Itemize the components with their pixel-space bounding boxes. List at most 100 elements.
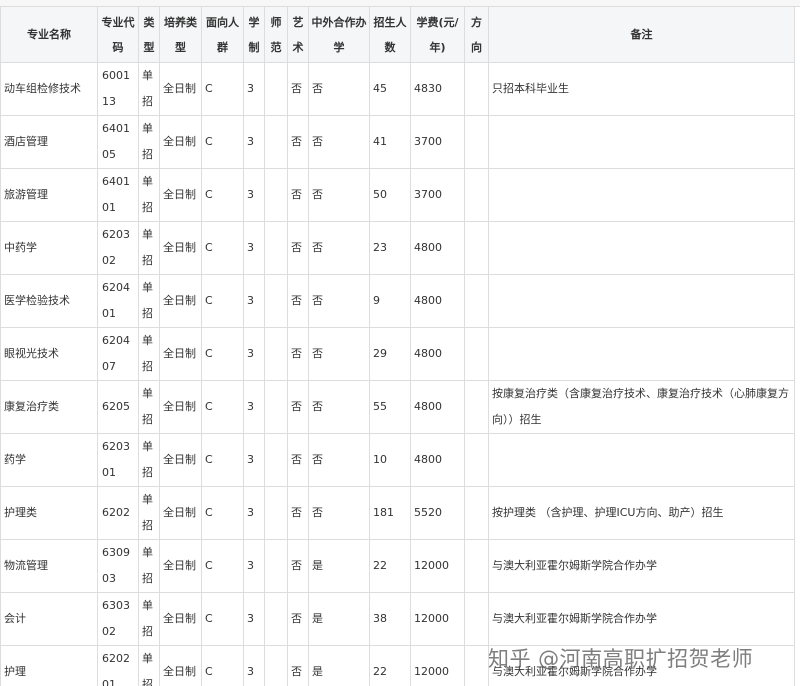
cell-mode: 全日制 [159, 380, 202, 434]
cell-code: 630302 [97, 592, 139, 646]
cell-direction [464, 168, 489, 222]
cell-code: 620302 [97, 221, 139, 275]
column-header: 中外合作办学 [308, 6, 370, 63]
cell-coop: 否 [308, 433, 370, 487]
cell-fee: 4800 [410, 274, 465, 328]
cell-type: 单招 [138, 539, 160, 593]
page: 专业名称 专业代码 类型 培养类型 面向人群 学制 师范 艺术 中外合作办学 招生人数 学费(元/年… [0, 0, 800, 686]
cell-type: 单招 [138, 62, 160, 116]
cell-code: 620401 [97, 274, 139, 328]
cell-art: 否 [287, 115, 309, 169]
cell-years: 3 [243, 645, 265, 686]
cell-type: 单招 [138, 221, 160, 275]
cell-mode: 全日制 [159, 539, 202, 593]
cell-normal [264, 380, 288, 434]
cell-fee: 4800 [410, 433, 465, 487]
cell-years: 3 [243, 62, 265, 116]
cell-art: 否 [287, 645, 309, 686]
cell-name: 护理类 [0, 486, 98, 540]
cell-note: 按康复治疗类（含康复治疗技术、康复治疗技术（心肺康复方向））招生 [488, 380, 795, 434]
enrollment-table: 专业名称 专业代码 类型 培养类型 面向人群 学制 师范 艺术 中外合作办学 招生人数 学费(元/年… [0, 6, 795, 686]
column-header: 方向 [464, 6, 489, 63]
cell-name: 医学检验技术 [0, 274, 98, 328]
cell-coop: 否 [308, 274, 370, 328]
cell-note: 只招本科毕业生 [488, 62, 795, 116]
cell-group: C [201, 115, 244, 169]
cell-type: 单招 [138, 327, 160, 381]
cell-mode: 全日制 [159, 62, 202, 116]
cell-count: 38 [369, 592, 411, 646]
cell-count: 22 [369, 539, 411, 593]
cell-type: 单招 [138, 380, 160, 434]
cell-normal [264, 539, 288, 593]
cell-group: C [201, 380, 244, 434]
column-header: 学费(元/年) [410, 6, 465, 63]
cell-coop: 否 [308, 221, 370, 275]
cell-normal [264, 274, 288, 328]
cell-group: C [201, 168, 244, 222]
cell-coop: 是 [308, 592, 370, 646]
cell-direction [464, 592, 489, 646]
cell-type: 单招 [138, 168, 160, 222]
table-row: 动车组检修技术 600113 单招 全日制 C 3 否否 45 4830 只招本科毕业生 [0, 62, 795, 116]
table-row: 医学检验技术 620401 单招 全日制 C 3 否否 9 4800 [0, 274, 795, 328]
cell-direction [464, 645, 489, 686]
table-row: 眼视光技术 620407 单招 全日制 C 3 否否 29 4800 [0, 327, 795, 381]
cell-name: 会计 [0, 592, 98, 646]
cell-group: C [201, 62, 244, 116]
cell-mode: 全日制 [159, 645, 202, 686]
cell-code: 6205 [97, 380, 139, 434]
cell-type: 单招 [138, 592, 160, 646]
column-header: 面向人群 [201, 6, 244, 63]
cell-fee: 12000 [410, 592, 465, 646]
column-header: 学制 [243, 6, 265, 63]
cell-fee: 12000 [410, 645, 465, 686]
cell-count: 22 [369, 645, 411, 686]
cell-name: 康复治疗类 [0, 380, 98, 434]
cell-direction [464, 221, 489, 275]
cell-normal [264, 62, 288, 116]
cell-normal [264, 168, 288, 222]
cell-direction [464, 433, 489, 487]
cell-fee: 4800 [410, 221, 465, 275]
cell-count: 29 [369, 327, 411, 381]
cell-count: 55 [369, 380, 411, 434]
cell-type: 单招 [138, 274, 160, 328]
cell-art: 否 [287, 592, 309, 646]
cell-name: 药学 [0, 433, 98, 487]
cell-art: 否 [287, 274, 309, 328]
cell-code: 620201 [97, 645, 139, 686]
cell-mode: 全日制 [159, 115, 202, 169]
cell-group: C [201, 433, 244, 487]
column-header: 培养类型 [159, 6, 202, 63]
cell-art: 否 [287, 486, 309, 540]
cell-count: 45 [369, 62, 411, 116]
cell-count: 9 [369, 274, 411, 328]
cell-art: 否 [287, 62, 309, 116]
column-header: 师范 [264, 6, 288, 63]
cell-fee: 3700 [410, 115, 465, 169]
cell-group: C [201, 592, 244, 646]
cell-group: C [201, 539, 244, 593]
cell-mode: 全日制 [159, 168, 202, 222]
cell-note [488, 168, 795, 222]
cell-art: 否 [287, 380, 309, 434]
cell-coop: 否 [308, 380, 370, 434]
cell-group: C [201, 274, 244, 328]
cell-normal [264, 433, 288, 487]
cell-fee: 5520 [410, 486, 465, 540]
column-header: 专业代码 [97, 6, 139, 63]
table-row: 旅游管理 640101 单招 全日制 C 3 否否 50 3700 [0, 168, 795, 222]
cell-mode: 全日制 [159, 327, 202, 381]
cell-group: C [201, 486, 244, 540]
cell-name: 眼视光技术 [0, 327, 98, 381]
cell-fee: 4800 [410, 380, 465, 434]
cell-name: 旅游管理 [0, 168, 98, 222]
table-row: 物流管理 630903 单招 全日制 C 3 否是 22 12000 与澳大利亚霍尔姆斯学院合作办… [0, 539, 795, 593]
cell-direction [464, 486, 489, 540]
cell-years: 3 [243, 168, 265, 222]
cell-years: 3 [243, 221, 265, 275]
cell-note [488, 433, 795, 487]
column-header: 艺术 [287, 6, 309, 63]
table-row: 药学 620301 单招 全日制 C 3 否否 10 4800 [0, 433, 795, 487]
